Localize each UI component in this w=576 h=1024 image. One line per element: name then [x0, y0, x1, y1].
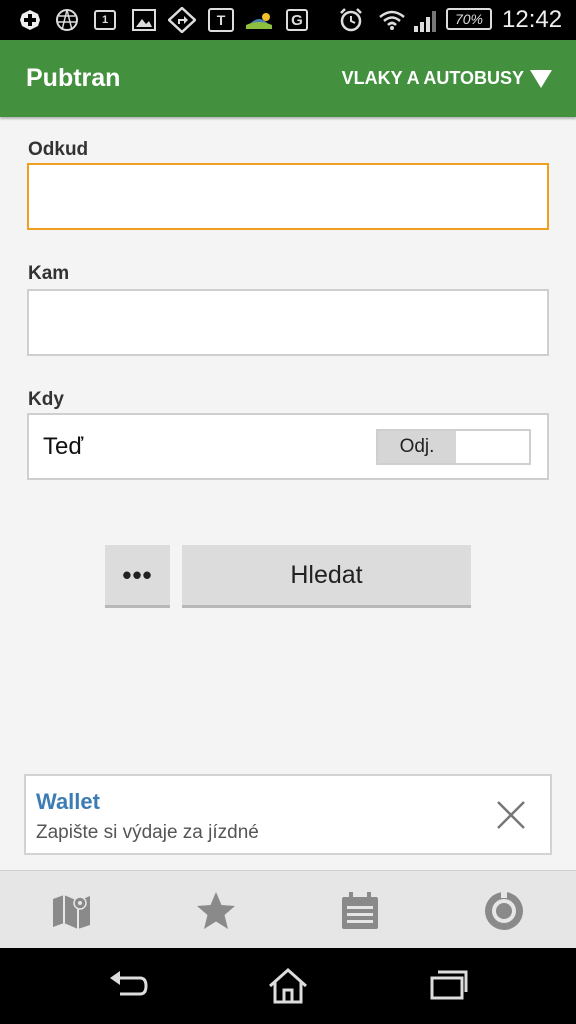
bottom-tab-bar — [0, 870, 576, 948]
to-field[interactable] — [27, 289, 549, 356]
when-field[interactable]: Teď Odj. — [27, 413, 549, 480]
toggle-departure-label: Odj. — [378, 431, 456, 463]
clock: 12:42 — [502, 6, 563, 33]
system-nav-bar — [0, 948, 576, 1024]
timetable-icon[interactable] — [338, 889, 382, 933]
signal-icon — [412, 8, 440, 32]
settings-icon[interactable] — [482, 889, 526, 933]
when-value: Teď — [43, 433, 84, 460]
maps-icon — [168, 7, 196, 33]
back-icon[interactable] — [106, 966, 150, 1006]
weather-icon — [244, 8, 274, 32]
image-icon — [132, 8, 156, 32]
when-label: Kdy — [28, 389, 64, 410]
from-field[interactable] — [27, 163, 549, 230]
search-button[interactable]: Hledat — [182, 545, 471, 608]
wifi-icon — [378, 8, 406, 32]
transport-mode-label: VLAKY A AUTOBUSY — [341, 68, 524, 88]
app-title: Pubtran — [26, 64, 121, 92]
to-input[interactable] — [29, 291, 547, 354]
close-icon[interactable] — [492, 796, 530, 834]
recent-apps-icon[interactable] — [426, 966, 470, 1006]
g-icon: G — [286, 8, 308, 32]
dropdown-arrow-icon — [530, 69, 552, 88]
map-icon[interactable] — [50, 889, 94, 933]
from-label: Odkud — [28, 139, 89, 160]
battery-icon: 70% — [446, 8, 492, 30]
banner-title: Wallet — [36, 789, 100, 814]
alarm-icon — [338, 8, 364, 32]
network-icon — [54, 8, 80, 32]
to-label: Kam — [28, 263, 70, 284]
home-icon[interactable] — [266, 966, 310, 1006]
transport-mode-dropdown[interactable]: VLAKY A AUTOBUSY — [342, 68, 552, 89]
app-bar: Pubtran VLAKY A AUTOBUSY — [0, 40, 576, 117]
star-icon[interactable] — [194, 889, 238, 933]
plus-icon — [18, 8, 42, 32]
t-icon: T — [208, 8, 234, 32]
calendar-icon: 1 — [94, 8, 116, 32]
banner-subtitle: Zapište si výdaje za jízdné — [36, 822, 259, 843]
status-bar: 1 T G 70% 12:42 — [0, 0, 576, 40]
more-options-button[interactable]: ••• — [105, 545, 170, 608]
departure-arrival-toggle[interactable]: Odj. — [376, 429, 531, 465]
from-input[interactable] — [29, 165, 547, 228]
wallet-banner[interactable]: Wallet Zapište si výdaje za jízdné — [24, 774, 552, 855]
